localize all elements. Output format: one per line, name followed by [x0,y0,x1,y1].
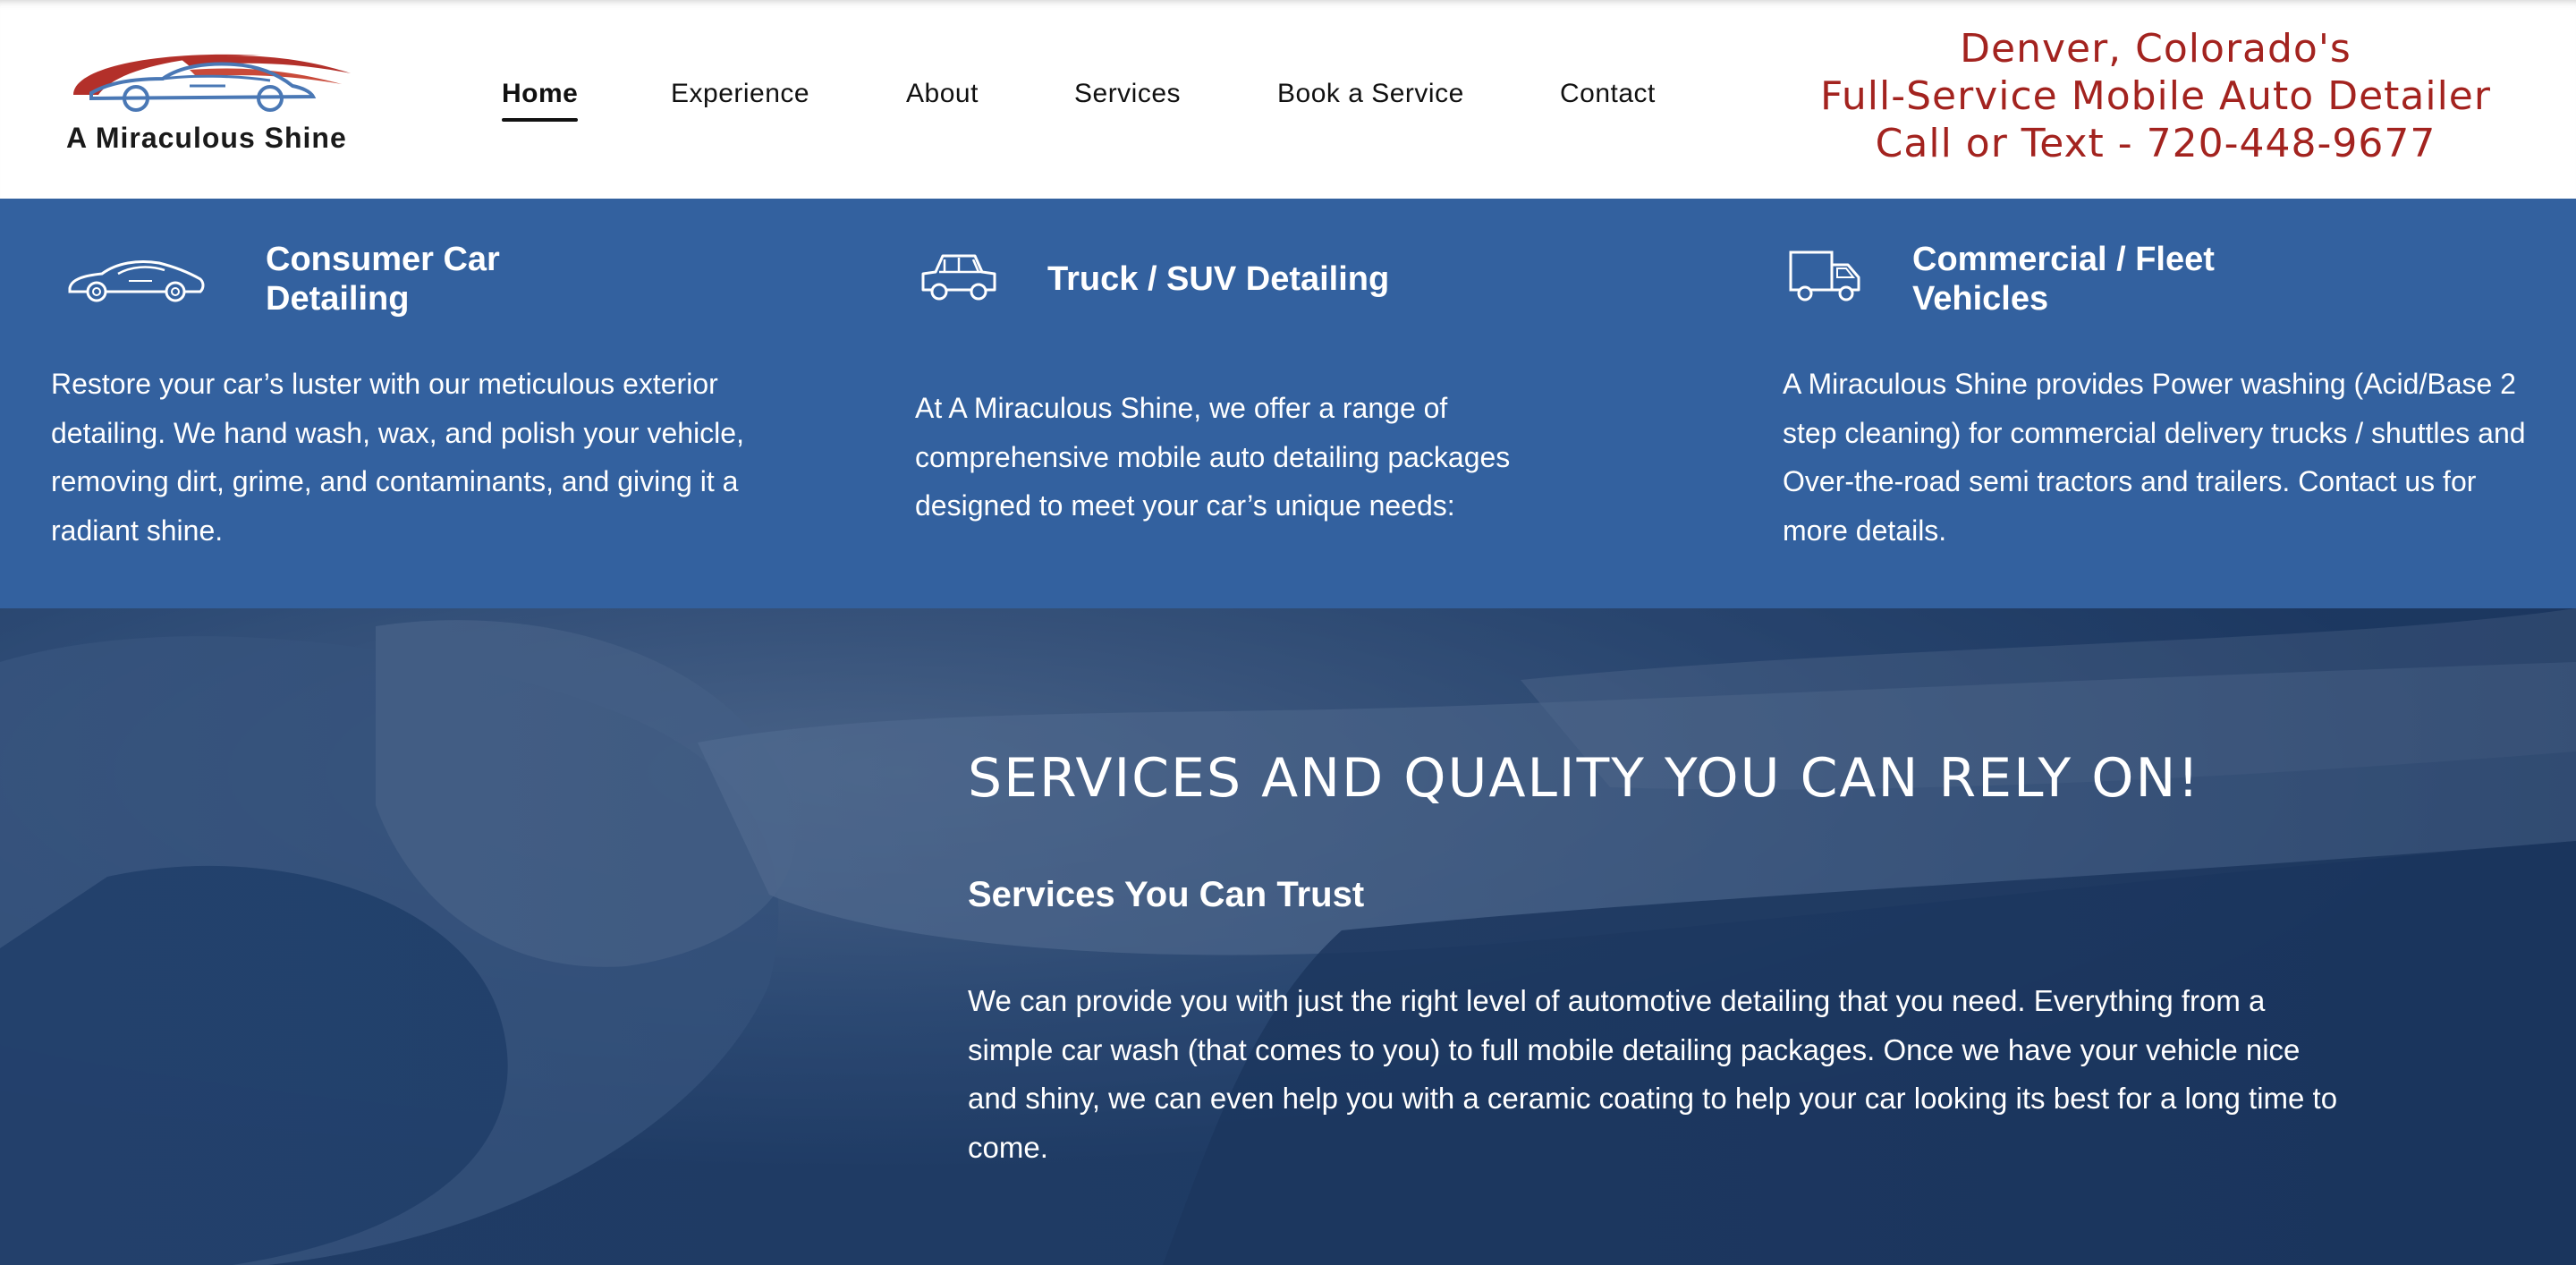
hero-title: SERVICES AND QUALITY YOU CAN RELY ON! [968,747,2201,810]
site-header: A Miraculous Shine Home Experience About… [0,0,2576,199]
nav-experience[interactable]: Experience [671,79,809,109]
nav-about[interactable]: About [906,79,979,109]
nav-home[interactable]: Home [502,79,579,122]
suv-icon [921,254,996,301]
service-description: Restore your car’s luster with our metic… [51,368,744,547]
service-title-line: Commercial / Fleet [1912,241,2215,278]
hero-body-text: We can provide you with just the right l… [968,984,2338,1164]
nav-contact[interactable]: Contact [1560,79,1656,109]
nav-services[interactable]: Services [1074,79,1181,109]
service-title: Consumer Car Detailing [266,240,713,318]
service-title: Commercial / Fleet Vehicles [1912,240,2360,318]
logo-text: A Miraculous Shine [66,122,347,154]
tagline-location: Denver, Colorado's [1960,26,2351,72]
truck-icon [1789,250,1860,301]
service-title-line: Vehicles [1912,280,2049,318]
hero-section: SERVICES AND QUALITY YOU CAN RELY ON! Se… [0,608,2576,1265]
service-description: At A Miraculous Shine, we offer a range … [915,392,1511,522]
tagline-service: Full-Service Mobile Auto Detailer [1820,73,2491,119]
site-logo[interactable]: A Miraculous Shine [55,39,360,160]
header-tagline: Denver, Colorado's Full-Service Mobile A… [1807,25,2504,167]
service-description: A Miraculous Shine provides Power washin… [1783,368,2526,547]
services-band: Consumer Car Detailing Restore your car’… [0,199,2576,608]
sports-car-icon [68,260,205,302]
tagline-phone[interactable]: Call or Text - 720-448-9677 [1807,120,2504,167]
service-title-line: Consumer Car [266,241,500,278]
service-title: Truck / SUV Detailing [1047,260,1390,298]
hero-subtitle: Services You Can Trust [968,875,1365,914]
car-swoosh-logo-icon [73,54,351,112]
service-title-line: Detailing [266,280,410,318]
nav-book-a-service[interactable]: Book a Service [1277,79,1464,109]
